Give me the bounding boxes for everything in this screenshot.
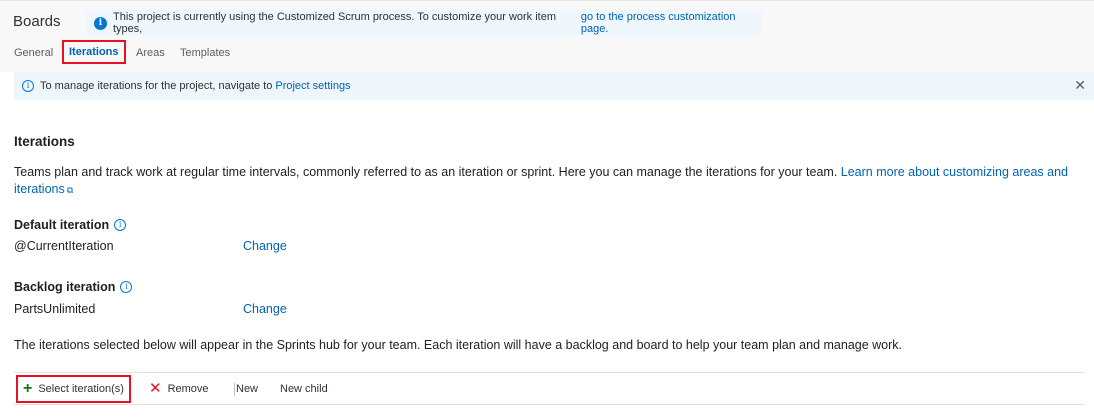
select-iterations-button[interactable]: + Select iteration(s) xyxy=(16,375,131,403)
new-button[interactable]: New xyxy=(236,379,258,399)
iterations-note: The iterations selected below will appea… xyxy=(14,338,903,352)
backlog-iteration-value: PartsUnlimited xyxy=(14,302,96,316)
project-settings-link[interactable]: Project settings xyxy=(275,80,350,92)
close-icon[interactable]: ✕ xyxy=(1074,78,1086,92)
section-description: Teams plan and track work at regular tim… xyxy=(14,164,1084,199)
change-default-iteration-link[interactable]: Change xyxy=(243,239,287,253)
description-text: Teams plan and track work at regular tim… xyxy=(14,165,841,179)
external-link-icon: ⧉ xyxy=(66,185,74,195)
section-title: Iterations xyxy=(14,134,75,149)
default-iteration-label-text: Default iteration xyxy=(14,218,110,232)
iterations-toolbar: + Select iteration(s) ✕ Remove New New c… xyxy=(14,372,1084,405)
remove-label: Remove xyxy=(167,383,209,395)
info-icon[interactable]: i xyxy=(114,219,127,231)
process-banner: i This project is currently using the Cu… xyxy=(86,10,762,36)
backlog-iteration-label: Backlog iteration i xyxy=(14,280,133,294)
default-iteration-value: @CurrentIteration xyxy=(14,239,114,253)
process-customization-link[interactable]: go to the process customization page. xyxy=(581,11,762,35)
remove-button[interactable]: ✕ Remove xyxy=(149,379,209,399)
process-banner-text: This project is currently using the Cust… xyxy=(113,11,557,35)
tab-iterations[interactable]: Iterations xyxy=(62,40,126,64)
toolbar-divider xyxy=(234,383,235,396)
tab-templates[interactable]: Templates xyxy=(180,47,230,59)
change-backlog-iteration-link[interactable]: Change xyxy=(243,302,287,316)
backlog-iteration-label-text: Backlog iteration xyxy=(14,280,116,294)
info-icon: i xyxy=(22,80,34,92)
select-iterations-label: Select iteration(s) xyxy=(38,383,124,395)
tab-general[interactable]: General xyxy=(14,47,53,59)
tab-areas[interactable]: Areas xyxy=(136,47,165,59)
page-title: Boards xyxy=(13,13,61,30)
manage-iterations-message-bar: i To manage iterations for the project, … xyxy=(14,72,1094,100)
default-iteration-label: Default iteration i xyxy=(14,218,127,232)
add-icon: + xyxy=(23,380,33,397)
new-child-button[interactable]: New child xyxy=(280,379,328,399)
info-icon[interactable]: i xyxy=(120,281,133,293)
manage-bar-text: To manage iterations for the project, na… xyxy=(40,80,273,92)
header-bar: Boards i This project is currently using… xyxy=(0,0,1094,72)
info-icon: i xyxy=(94,16,107,30)
remove-icon: ✕ xyxy=(149,380,162,397)
